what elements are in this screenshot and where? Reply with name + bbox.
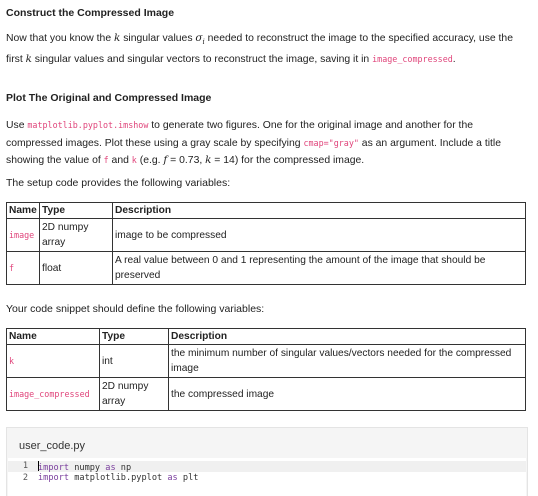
construct-paragraph: Now that you know the k singular values … [6, 32, 513, 65]
plot-paragraph: Use matplotlib.pyplot.imshow to generate… [6, 120, 501, 166]
variable-description: the compressed image [168, 377, 526, 411]
column-header: Name [6, 202, 40, 219]
page: Construct the Compressed Image Now that … [0, 0, 538, 496]
inline-code-image-compressed: image_compressed [372, 53, 453, 64]
editor-filename: user_code.py [19, 440, 86, 452]
variable-type: float [39, 251, 113, 285]
table-header-row: Name Type Description [6, 202, 526, 219]
setup-intro: The setup code provides the following va… [6, 177, 231, 189]
variable-name: k [9, 355, 15, 366]
code-line[interactable]: 2 import matplotlib.pyplot as plt [8, 473, 526, 484]
table-row: image_compressed 2D numpy array the comp… [6, 377, 526, 411]
column-header: Name [6, 328, 100, 345]
variable-name: image [9, 229, 35, 240]
define-variables-table: Name Type Description k int the minimum … [6, 328, 526, 411]
table-row: f float A real value between 0 and 1 rep… [6, 251, 526, 285]
variable-description: the minimum number of singular values/ve… [168, 344, 526, 378]
code-editor-panel: user_code.py 1 import numpy as np 2 impo… [6, 427, 528, 496]
line-number: 2 [22, 473, 28, 483]
inline-code-imshow: matplotlib.pyplot.imshow [27, 120, 149, 130]
code-input-area[interactable]: 1 import numpy as np 2 import matplotlib… [8, 458, 526, 496]
inline-code-cmap: cmap="gray" [303, 137, 359, 148]
line-number: 1 [22, 461, 28, 471]
section-heading-construct: Construct the Compressed Image [6, 7, 175, 19]
table-header-row: Name Type Description [6, 328, 526, 345]
variable-description: A real value between 0 and 1 representin… [112, 251, 526, 285]
section-heading-plot: Plot The Original and Compressed Image [6, 92, 212, 104]
variable-name: f [9, 262, 15, 273]
variable-type: int [99, 344, 169, 378]
setup-variables-table: Name Type Description image 2D numpy arr… [6, 202, 526, 285]
code-line[interactable]: 1 import numpy as np [8, 461, 526, 473]
variable-name: image_compressed [9, 388, 90, 399]
variable-type: 2D numpy array [39, 218, 113, 252]
math-sigma: σ [195, 32, 203, 44]
variable-type: 2D numpy array [99, 377, 169, 411]
table-row: k int the minimum number of singular val… [6, 344, 526, 378]
column-header: Type [99, 328, 169, 345]
variable-description: image to be compressed [112, 218, 526, 252]
table-row: image 2D numpy array image to be compres… [6, 218, 526, 252]
column-header: Type [39, 202, 113, 219]
define-intro: Your code snippet should define the foll… [6, 303, 265, 315]
column-header: Description [168, 328, 526, 345]
column-header: Description [112, 202, 526, 219]
